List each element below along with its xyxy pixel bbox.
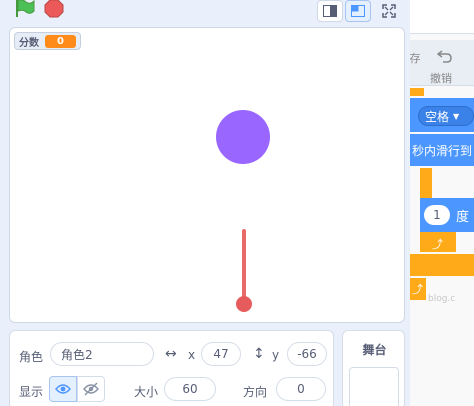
undo-icon[interactable]	[432, 48, 458, 67]
y-input[interactable]: -66	[287, 342, 327, 366]
toolbar-partial-label[interactable]: 存	[410, 50, 422, 66]
paddle-sprite-dot[interactable]	[236, 296, 252, 312]
stage-panel-label: 舞台	[362, 343, 387, 357]
show-label: 显示	[19, 385, 44, 399]
x-input[interactable]: 47	[201, 342, 241, 366]
stage-thumbnail[interactable]	[349, 367, 399, 406]
vertical-arrow-icon: ↕	[253, 346, 265, 362]
sprite-label: 角色	[19, 350, 44, 364]
x-label: x	[188, 348, 196, 362]
code-block-fragment	[420, 168, 432, 198]
small-stage-button[interactable]	[317, 0, 343, 22]
undo-label[interactable]: 撤销	[430, 70, 452, 86]
normal-stage-icon	[351, 5, 365, 17]
normal-stage-button[interactable]	[345, 0, 371, 22]
fullscreen-button[interactable]	[376, 0, 402, 22]
degree-input[interactable]: 1	[424, 205, 450, 225]
stop-icon[interactable]	[44, 0, 64, 18]
code-area[interactable]: 存 撤销 空格 ▼ 秒内滑行到 1 度 ⤴ ⤴ blog.c	[410, 0, 474, 406]
loop-arrow-icon: ⤴	[412, 283, 423, 296]
size-input[interactable]: 60	[164, 377, 216, 401]
show-sprite-button[interactable]	[49, 376, 77, 402]
key-dropdown[interactable]: 空格 ▼	[418, 106, 474, 126]
green-flag-icon[interactable]	[12, 0, 38, 18]
horizontal-arrow-icon: ↔	[165, 346, 177, 362]
loop-arrow-icon: ⤴	[432, 238, 443, 251]
code-block-fragment	[410, 88, 424, 96]
watermark: blog.c	[428, 294, 456, 304]
chevron-down-icon: ▼	[453, 111, 460, 121]
monitor-label: 分数	[19, 37, 39, 49]
hide-sprite-button[interactable]	[77, 376, 105, 402]
direction-label: 方向	[243, 385, 268, 399]
direction-input[interactable]: 0	[276, 377, 326, 401]
monitor-value: 0	[45, 34, 76, 48]
eye-icon	[55, 384, 71, 394]
ball-sprite[interactable]	[216, 110, 270, 164]
code-topbar	[410, 0, 474, 34]
y-label: y	[272, 348, 280, 362]
key-dropdown-label: 空格	[425, 109, 450, 124]
stage-canvas[interactable]: 分数 0	[9, 27, 405, 323]
eye-off-icon	[83, 382, 99, 396]
small-stage-icon	[323, 5, 337, 17]
glide-block-text: 秒内滑行到	[412, 144, 473, 158]
paddle-sprite[interactable]	[242, 229, 246, 303]
code-block-fragment	[410, 254, 474, 276]
score-monitor[interactable]: 分数 0	[14, 32, 81, 50]
sprite-name-input[interactable]: 角色2	[50, 342, 154, 366]
degree-label: 度	[456, 210, 470, 225]
stage-header	[0, 0, 410, 24]
stage-selector-panel[interactable]: 舞台	[342, 330, 405, 406]
fullscreen-icon	[382, 4, 396, 18]
size-label: 大小	[134, 385, 159, 399]
